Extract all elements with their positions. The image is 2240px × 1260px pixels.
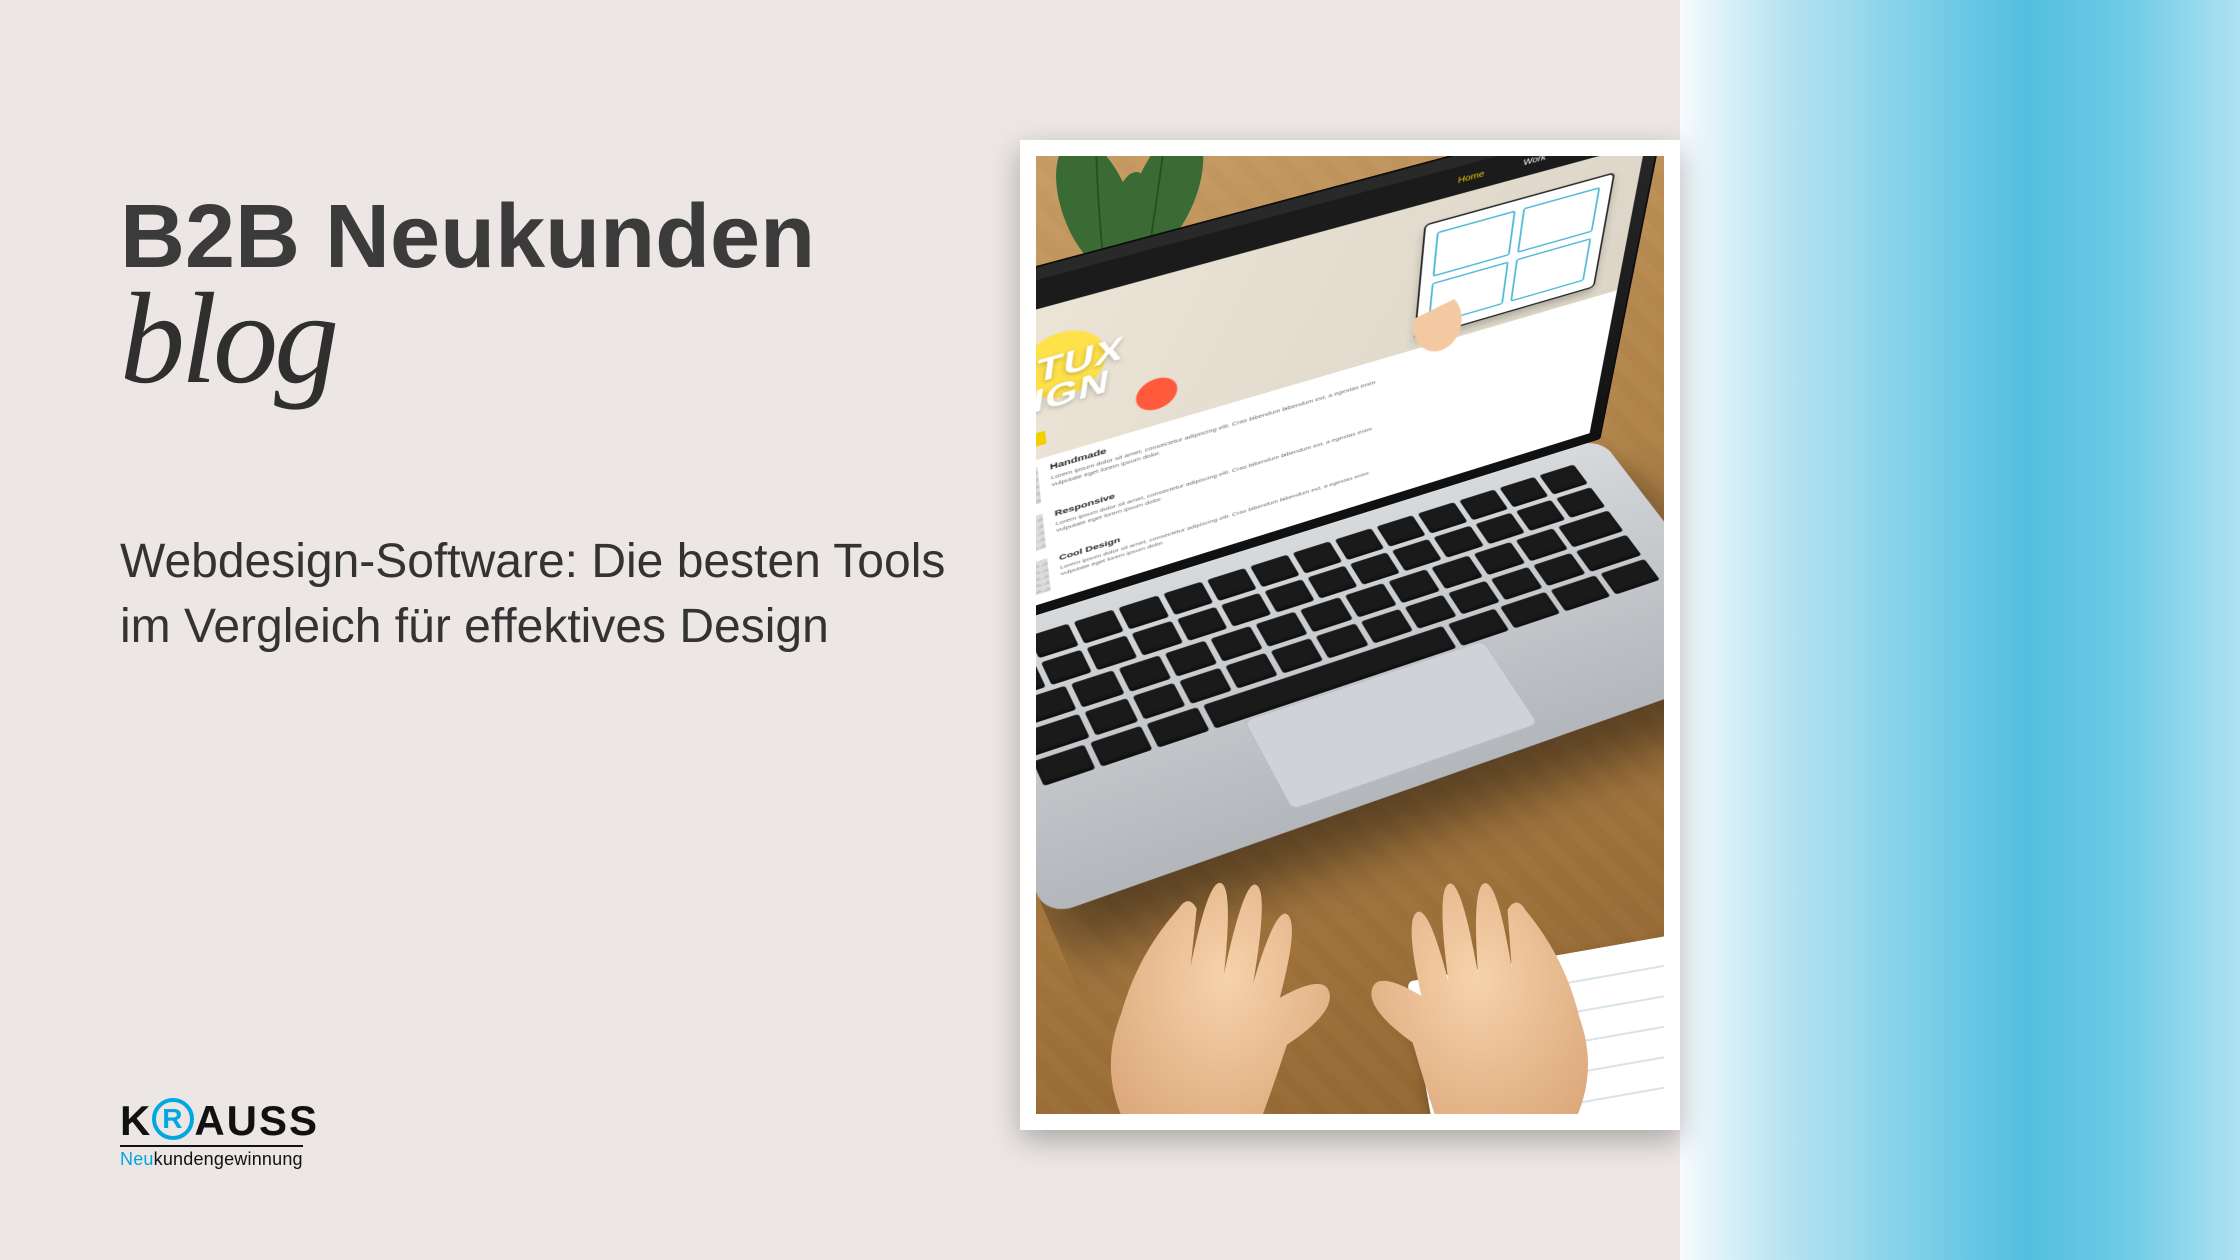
card-thumb-icon <box>1036 558 1051 612</box>
slide: B2B Neukunden blog Webdesign-Software: D… <box>0 0 2240 1260</box>
brand-logo-word: K R AUSS <box>120 1097 319 1145</box>
registered-badge-icon: R <box>152 1098 194 1140</box>
decor-gradient <box>1680 0 2240 1260</box>
post-title: Webdesign-Software: Die besten Tools im … <box>120 530 960 660</box>
feature-image: Home Work About us BESTUX DESIGN GET STA… <box>1020 140 1680 1130</box>
laptop-trackpad-icon <box>1244 641 1538 810</box>
title-line2: blog <box>120 281 815 398</box>
mock-nav-work: Work <box>1523 156 1547 168</box>
laptop-mock: Home Work About us BESTUX DESIGN GET STA… <box>1036 438 1664 917</box>
notebook-icon <box>1407 930 1664 1114</box>
mock-nav-home: Home <box>1458 169 1485 185</box>
post-title-text: Webdesign-Software: Die besten Tools im … <box>120 530 960 660</box>
brand-logo: K R AUSS Neukundengewinnung <box>120 1097 319 1170</box>
feature-image-scene: Home Work About us BESTUX DESIGN GET STA… <box>1036 156 1664 1114</box>
blog-title: B2B Neukunden blog <box>120 190 815 398</box>
brand-logo-tagline: Neukundengewinnung <box>120 1145 303 1170</box>
mock-hero-title: BESTUX DESIGN <box>1036 333 1127 444</box>
